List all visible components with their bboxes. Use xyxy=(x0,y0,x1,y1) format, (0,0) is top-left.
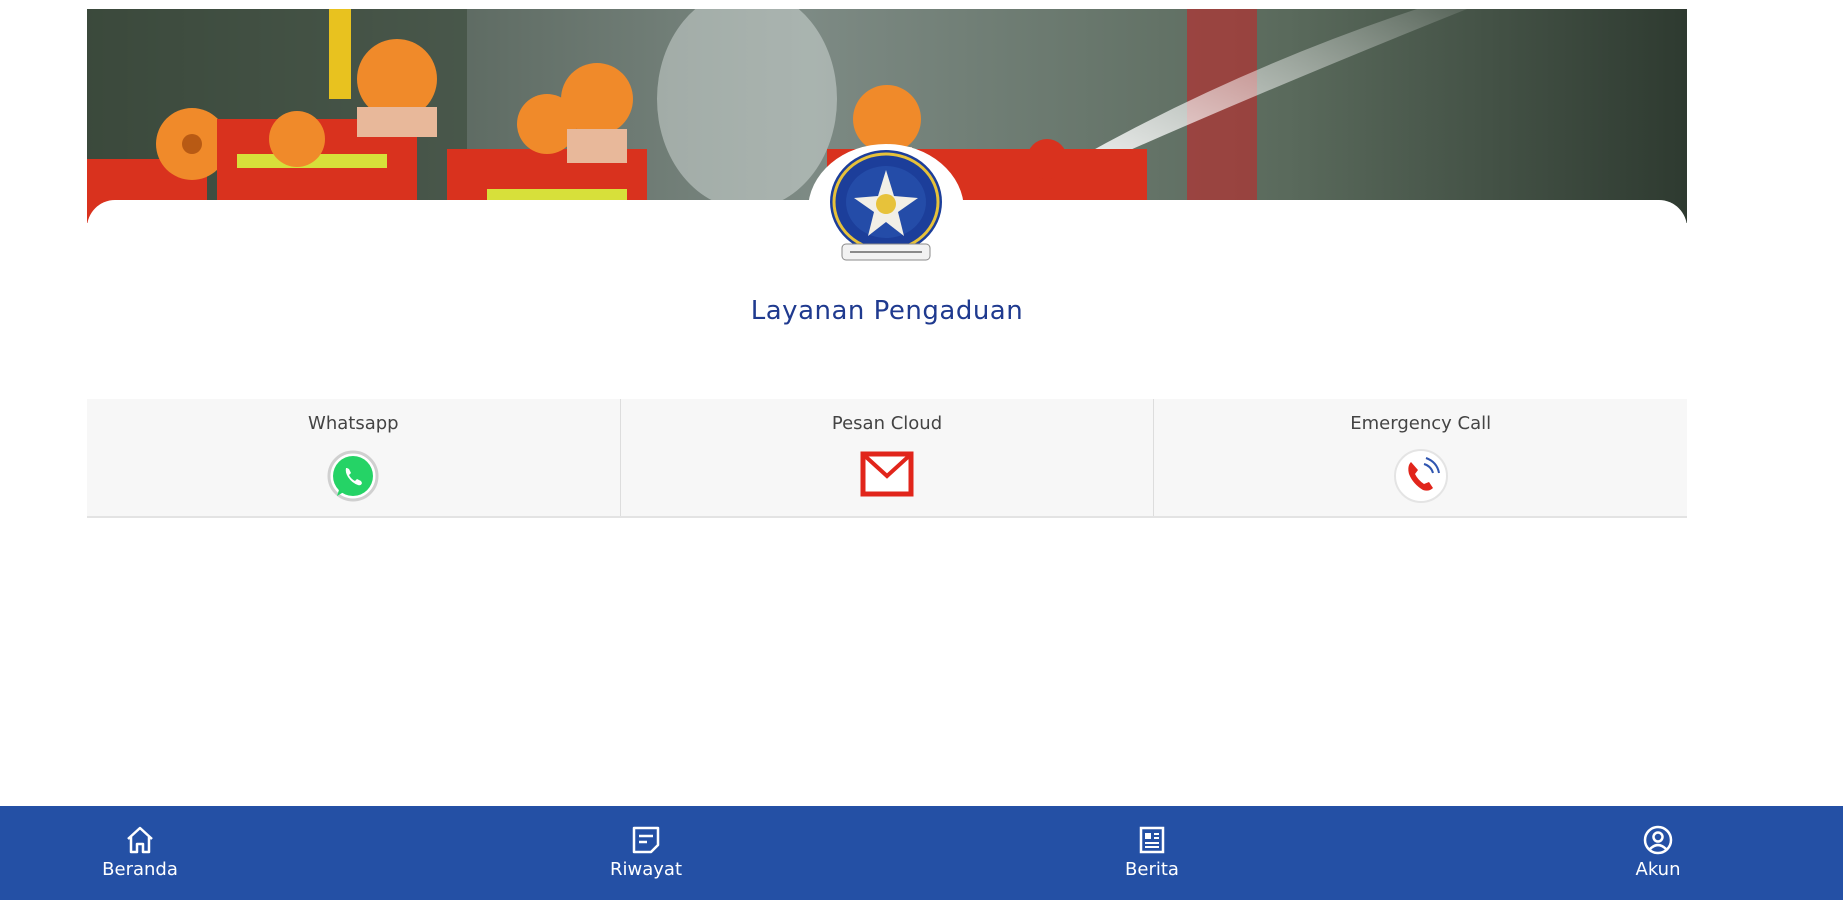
service-whatsapp-label: Whatsapp xyxy=(308,413,399,434)
nav-label-beranda: Beranda xyxy=(102,859,178,880)
nav-item-beranda[interactable]: Beranda xyxy=(85,806,195,900)
service-whatsapp[interactable]: Whatsapp xyxy=(87,399,621,516)
service-options: Whatsapp Pesan Cloud Emergency Call xyxy=(87,399,1687,518)
nav-item-riwayat[interactable]: Riwayat xyxy=(591,806,701,900)
emblem-icon xyxy=(808,144,964,276)
nav-label-akun: Akun xyxy=(1635,859,1681,880)
news-icon xyxy=(1139,826,1165,854)
service-emergency-call[interactable]: Emergency Call xyxy=(1154,399,1687,516)
page-title: Layanan Pengaduan xyxy=(750,296,1024,326)
home-icon xyxy=(127,826,153,854)
nav-item-akun[interactable]: Akun xyxy=(1603,806,1713,900)
account-icon xyxy=(1643,825,1673,855)
whatsapp-icon xyxy=(327,450,379,502)
service-pesan-cloud-label: Pesan Cloud xyxy=(831,413,943,434)
service-pesan-cloud[interactable]: Pesan Cloud xyxy=(621,399,1155,516)
bottom-navigation: Beranda Riwayat Berita Akun xyxy=(0,806,1843,900)
page: Layanan Pengaduan Whatsapp Pesan Cloud E… xyxy=(0,0,1843,900)
phone-call-icon xyxy=(1393,449,1448,503)
nav-item-berita[interactable]: Berita xyxy=(1097,806,1207,900)
nav-label-riwayat: Riwayat xyxy=(610,859,682,880)
emblem-logo xyxy=(806,140,966,276)
nav-label-berita: Berita xyxy=(1125,859,1179,880)
service-emergency-call-label: Emergency Call xyxy=(1350,413,1492,434)
mail-icon xyxy=(860,451,914,497)
history-icon xyxy=(632,826,660,854)
